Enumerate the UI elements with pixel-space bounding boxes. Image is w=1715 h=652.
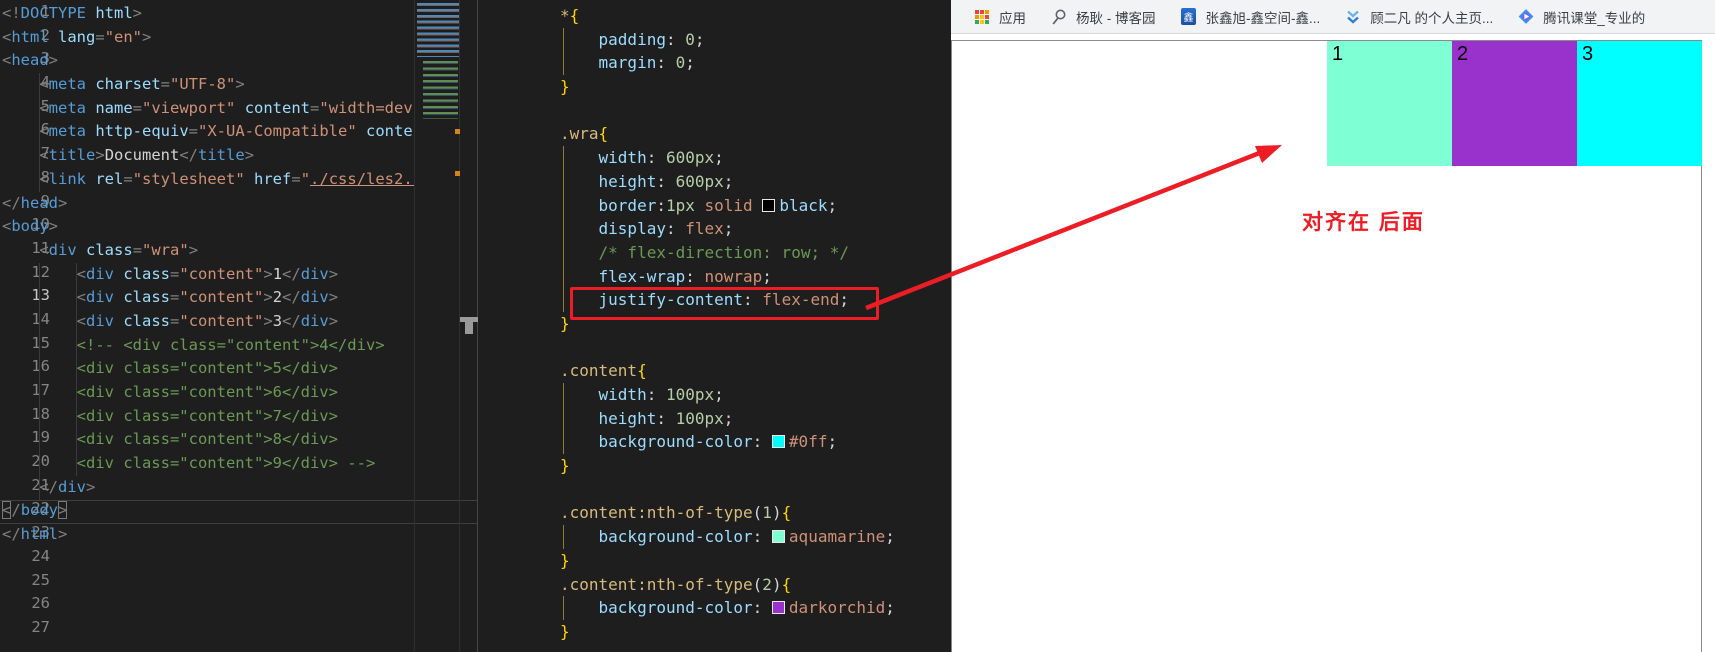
code-line[interactable]: <div class="content">9</div> --> (2, 452, 414, 476)
code-line[interactable]: </body> (2, 499, 414, 523)
code-line[interactable]: <meta name="viewport" content="width=dev… (2, 97, 414, 121)
code-line[interactable]: } (560, 549, 951, 573)
css-editor[interactable]: *{ padding: 0; margin: 0;} .wra{ width: 6… (560, 4, 951, 644)
code-line[interactable]: width: 600px; (560, 146, 951, 170)
code-line[interactable]: width: 100px; (560, 383, 951, 407)
minimap-marker (455, 129, 460, 134)
code-line[interactable]: <div class="content">3</div> (2, 310, 414, 334)
code-line[interactable]: background-color: aquamarine; (560, 525, 951, 549)
code-line[interactable] (560, 336, 951, 360)
code-line[interactable]: } (560, 454, 951, 478)
code-line[interactable]: </head> (2, 192, 414, 216)
code-line[interactable]: <body> (2, 215, 414, 239)
bookmark-label: 腾讯课堂_专业的 (1543, 10, 1646, 26)
code-line[interactable]: <div class="content">6</div> (2, 381, 414, 405)
code-line[interactable]: display: flex; (560, 217, 951, 241)
color-swatch[interactable] (771, 601, 785, 615)
screenshot-stage: <!DOCTYPE html> <html lang="en"> <head> <m… (0, 0, 1715, 652)
code-line[interactable]: <head> (2, 49, 414, 73)
code-line[interactable]: } (560, 75, 951, 99)
code-line[interactable]: <html lang="en"> (2, 26, 414, 50)
code-line[interactable]: .content:nth-of-type(2){ (560, 573, 951, 597)
vscode-window: <!DOCTYPE html> <html lang="en"> <head> <m… (0, 0, 951, 652)
bookmark-label: 张鑫旭-鑫空间-鑫... (1205, 10, 1321, 26)
code-line[interactable]: height: 100px; (560, 407, 951, 431)
annotation-highlight-box (570, 287, 879, 320)
bookmark-item-5[interactable]: 腾讯课堂_专业的 (1517, 7, 1645, 27)
annotation-text: 对齐在 后面 (1302, 211, 1425, 234)
bookmark-item-2[interactable]: 杨耿 - 博客园 (1050, 7, 1156, 27)
code-line[interactable]: .content{ (560, 359, 951, 383)
code-line[interactable]: height: 600px; (560, 170, 951, 194)
code-line[interactable]: background-color: darkorchid; (560, 596, 951, 620)
line-number: 25 (31, 570, 50, 589)
flex-container-left-border (951, 40, 952, 652)
bookmark-item-1[interactable]: 应用 (973, 7, 1026, 27)
bookmark-label: 杨耿 - 博客园 (1076, 10, 1156, 26)
bookmark-label: 顾二凡 的个人主页... (1370, 10, 1494, 26)
apps-grid-icon (973, 8, 991, 26)
color-swatch[interactable] (771, 435, 785, 449)
code-line[interactable]: <div class="wra"> (2, 239, 414, 263)
bookmark-label: 应用 (999, 10, 1026, 26)
code-line[interactable]: <!DOCTYPE html> (2, 2, 414, 26)
code-line[interactable]: .content:nth-of-type(1){ (560, 501, 951, 525)
code-line[interactable]: <title>Document</title> (2, 144, 414, 168)
diamond-play-icon (1517, 8, 1535, 26)
code-line[interactable]: <meta http-equiv="X-UA-Compatible" conte… (2, 120, 414, 144)
bookmark-item-3[interactable]: 鑫张鑫旭-鑫空间-鑫... (1180, 7, 1321, 27)
line-number: 24 (31, 546, 50, 565)
code-line[interactable]: .wra{ (560, 122, 951, 146)
minimap-divider (414, 0, 415, 652)
content-box-3: 3 (1577, 41, 1702, 166)
code-line[interactable]: </html> (2, 523, 414, 547)
code-line[interactable]: } (560, 620, 951, 644)
code-line[interactable] (560, 99, 951, 123)
line-number: 27 (31, 617, 50, 636)
color-swatch[interactable] (762, 198, 776, 212)
code-line[interactable]: flex-wrap: nowrap; (560, 265, 951, 289)
code-line[interactable]: padding: 0; (560, 28, 951, 52)
blog-sketch-icon (1050, 8, 1068, 26)
line-number: 26 (31, 594, 50, 613)
minimap-marker (455, 171, 460, 176)
code-line[interactable]: <div class="content">2</div> (2, 286, 414, 310)
code-line[interactable]: <div class="content">5</div> (2, 357, 414, 381)
code-line[interactable]: background-color: #0ff; (560, 430, 951, 454)
code-line[interactable]: <div class="content">7</div> (2, 405, 414, 429)
html-editor[interactable]: <!DOCTYPE html> <html lang="en"> <head> <m… (2, 2, 414, 547)
double-chevron-down-icon (1344, 8, 1362, 26)
code-line[interactable]: </div> (2, 476, 414, 500)
code-line[interactable]: <div class="content">1</div> (2, 263, 414, 287)
bookmark-item-4[interactable]: 顾二凡 的个人主页... (1344, 7, 1493, 27)
minimap-code-block (417, 3, 459, 57)
content-box-1: 1 (1327, 41, 1452, 166)
code-line[interactable]: <meta charset="UTF-8"> (2, 73, 414, 97)
scrollbar-thumb[interactable] (460, 317, 478, 335)
bookmarks-bar: 应用 杨耿 - 博客园 鑫张鑫旭-鑫空间-鑫... 顾二凡 的个人主页... 腾讯课堂_… (951, 0, 1715, 34)
minimap-code-block (423, 61, 458, 119)
browser-window: 应用 杨耿 - 博客园 鑫张鑫旭-鑫空间-鑫... 顾二凡 的个人主页... 腾讯课堂_… (951, 0, 1715, 652)
code-line[interactable]: <!-- <div class="content">4</div> (2, 334, 414, 358)
code-line[interactable]: border:1px solid black; (560, 194, 951, 218)
xin-square-icon: 鑫 (1180, 8, 1198, 26)
code-line[interactable] (560, 478, 951, 502)
content-box-2: 2 (1452, 41, 1577, 166)
code-line[interactable]: *{ (560, 4, 951, 28)
scrollbar-thumb-stem (465, 322, 473, 334)
color-swatch[interactable] (771, 530, 785, 544)
code-line[interactable]: margin: 0; (560, 51, 951, 75)
code-line[interactable]: <link rel="stylesheet" href="./css/les2.… (2, 168, 414, 192)
code-line[interactable]: <div class="content">8</div> (2, 428, 414, 452)
minimap[interactable] (417, 3, 461, 176)
code-line[interactable]: /* flex-direction: row; */ (560, 241, 951, 265)
